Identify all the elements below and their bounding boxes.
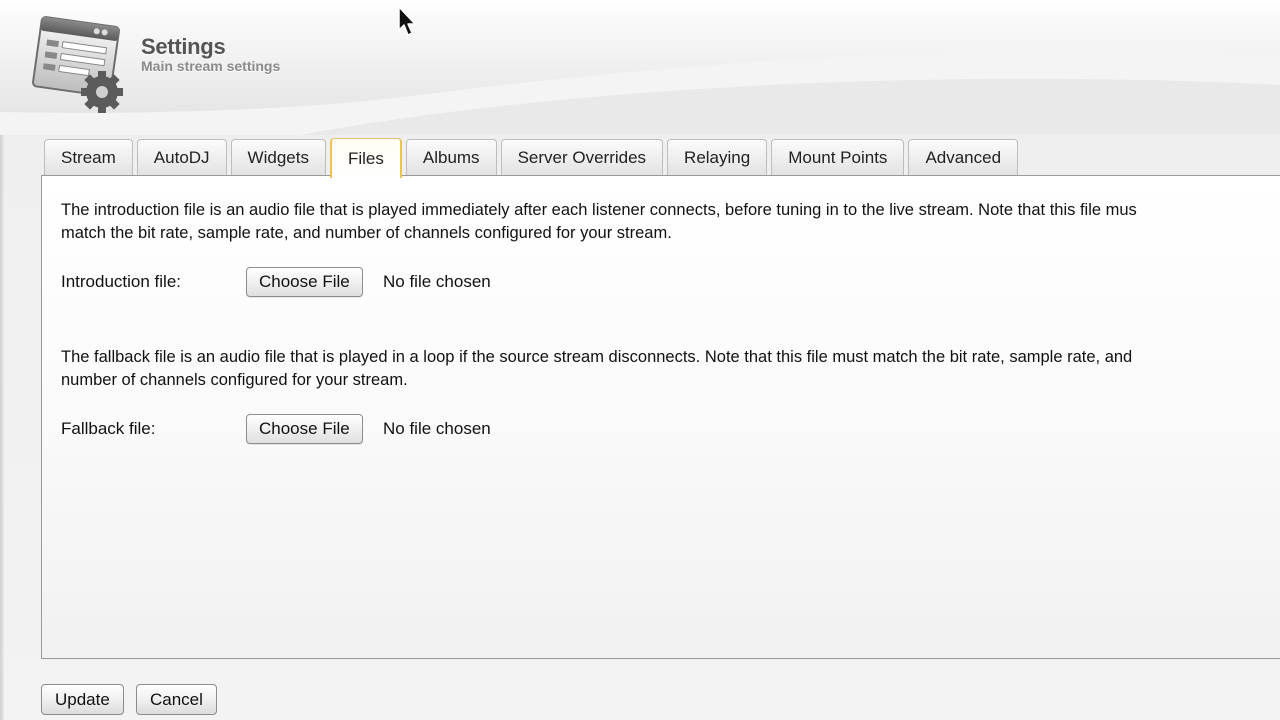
mouse-pointer-icon	[398, 6, 418, 38]
introduction-description-line-1: The introduction file is an audio file t…	[61, 201, 1137, 219]
tab-relaying[interactable]: Relaying	[667, 139, 768, 176]
fallback-choose-file-button[interactable]: Choose File	[246, 414, 363, 444]
introduction-file-status: No file chosen	[383, 272, 491, 291]
tab-mount-points[interactable]: Mount Points	[771, 139, 905, 176]
fallback-file-description: The fallback file is an audio file that …	[61, 346, 1280, 392]
settings-tabs: Stream AutoDJ Widgets Files Albums Serve…	[44, 138, 1022, 178]
tab-albums[interactable]: Albums	[405, 139, 497, 176]
tab-advanced[interactable]: Advanced	[908, 139, 1019, 176]
tab-files[interactable]: Files	[329, 138, 402, 178]
tab-widgets[interactable]: Widgets	[230, 139, 326, 176]
settings-window-gear-icon	[30, 16, 126, 114]
introduction-description-line-2: match the bit rate, sample rate, and num…	[61, 224, 672, 242]
tab-stream[interactable]: Stream	[44, 139, 133, 176]
fallback-file-status: No file chosen	[383, 419, 491, 438]
tab-server-overrides[interactable]: Server Overrides	[500, 139, 664, 176]
fallback-file-label: Fallback file:	[61, 419, 156, 438]
page-title: Settings	[141, 34, 226, 59]
fallback-description-line-2: number of channels configured for your s…	[61, 371, 408, 389]
files-panel: The introduction file is an audio file t…	[41, 175, 1280, 659]
introduction-choose-file-button[interactable]: Choose File	[246, 267, 363, 297]
tab-autodj[interactable]: AutoDJ	[136, 139, 227, 176]
cancel-button[interactable]: Cancel	[136, 684, 217, 715]
fallback-description-line-1: The fallback file is an audio file that …	[61, 348, 1133, 366]
introduction-file-description: The introduction file is an audio file t…	[61, 199, 1280, 245]
update-button[interactable]: Update	[41, 684, 124, 715]
introduction-file-label: Introduction file:	[61, 272, 182, 291]
page-subtitle: Main stream settings	[141, 58, 281, 74]
